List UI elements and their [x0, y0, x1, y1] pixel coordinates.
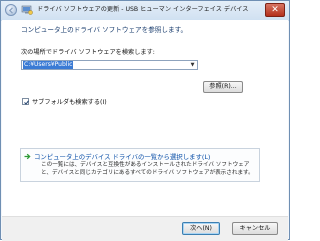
title-bar: ドライバ ソフトウェアの更新 - USB ヒューマン インターフェイス デバイス…	[1, 1, 289, 19]
hardware-wizard-icon	[21, 5, 33, 15]
cancel-button[interactable]: キャンセル	[232, 222, 278, 235]
pick-from-list-title[interactable]: コンピュータ上のデバイス ドライバの一覧から選択します(L)	[34, 152, 210, 161]
window-title: ドライバ ソフトウェアの更新 - USB ヒューマン インターフェイス デバイス	[37, 6, 249, 13]
search-location-label: 次の場所でドライバ ソフトウェアを検索します:	[21, 49, 155, 56]
chevron-down-icon[interactable]: ▼	[188, 61, 197, 69]
checkmark-icon	[23, 99, 29, 105]
green-arrow-icon	[24, 153, 31, 160]
search-path-value[interactable]: C:¥Users¥Public	[23, 61, 74, 69]
back-arrow-icon	[8, 7, 13, 14]
pick-from-list-description: この一覧には、デバイスと互換性があるインストールされたドライバ ソフトウェアと、…	[41, 162, 254, 176]
next-button[interactable]: 次へ(N)	[182, 222, 220, 235]
browse-button[interactable]: 参照(R)...	[203, 81, 243, 93]
include-subfolders-checkbox[interactable]	[22, 98, 29, 105]
search-path-combobox[interactable]: C:¥Users¥Public ▼	[21, 60, 198, 70]
back-button[interactable]	[5, 4, 17, 16]
page-heading: コンピュータ上のドライバ ソフトウェアを参照します。	[21, 26, 188, 34]
include-subfolders-label[interactable]: サブフォルダも検索する(I)	[32, 97, 107, 106]
dialog-window: ドライバ ソフトウェアの更新 - USB ヒューマン インターフェイス デバイス…	[0, 0, 290, 241]
close-button[interactable]: ✕	[265, 3, 285, 17]
